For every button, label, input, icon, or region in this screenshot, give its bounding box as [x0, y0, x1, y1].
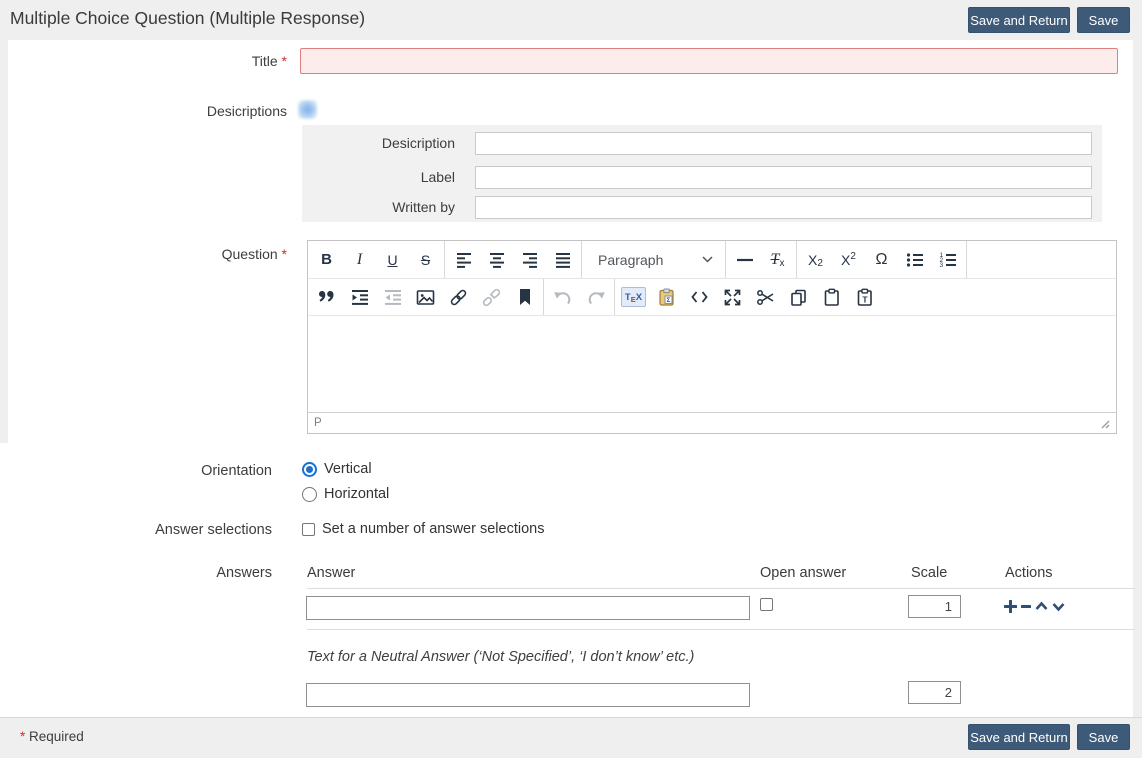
copy-icon[interactable] — [782, 279, 815, 315]
subscript-icon[interactable]: X2 — [799, 241, 832, 278]
checkbox-icon[interactable] — [302, 523, 315, 536]
cut-icon[interactable] — [749, 279, 782, 315]
paste-from-word-icon[interactable]: Σ — [650, 279, 683, 315]
move-down-icon[interactable] — [1052, 600, 1065, 613]
question-label: Question * — [8, 246, 287, 262]
descriptions-box: Desicription Label Written by — [302, 125, 1102, 222]
radio-unselected-icon[interactable] — [302, 487, 317, 502]
open-answer-checkbox[interactable] — [760, 598, 773, 611]
blockquote-icon[interactable] — [310, 279, 343, 315]
descriptions-toggle-icon[interactable] — [298, 100, 317, 119]
row-divider — [307, 629, 1135, 630]
title-label: Title * — [8, 53, 287, 69]
written-by-label: Written by — [302, 199, 455, 215]
answer-selections-label: Answer selections — [0, 522, 272, 538]
orientation-option-horizontal[interactable]: Horizontal — [302, 486, 389, 502]
paste-as-text-icon[interactable]: T — [848, 279, 881, 315]
svg-text:Σ: Σ — [667, 297, 671, 304]
written-by-input[interactable] — [475, 196, 1092, 219]
align-center-icon[interactable] — [480, 241, 513, 278]
underline-icon[interactable]: U — [376, 241, 409, 278]
required-note: * Required — [20, 729, 84, 744]
required-asterisk: * — [282, 53, 287, 69]
title-input[interactable] — [300, 48, 1118, 74]
page-title: Multiple Choice Question (Multiple Respo… — [10, 8, 365, 29]
bullet-list-icon[interactable] — [898, 241, 931, 278]
insert-link-icon[interactable] — [442, 279, 475, 315]
paste-icon[interactable] — [815, 279, 848, 315]
svg-text:3: 3 — [939, 262, 943, 269]
orientation-option-vertical[interactable]: Vertical — [302, 461, 372, 477]
italic-icon[interactable]: I — [343, 241, 376, 278]
remove-link-icon[interactable] — [475, 279, 508, 315]
fullscreen-icon[interactable] — [716, 279, 749, 315]
neutral-answer-input[interactable] — [306, 683, 750, 707]
undo-icon[interactable] — [546, 279, 579, 315]
radio-selected-icon[interactable] — [302, 462, 317, 477]
editor-toolbar-row1: B I U S Paragraph Tx X2 X2 Ω 123 — [308, 241, 1116, 279]
scale-input[interactable] — [908, 595, 961, 618]
horizontal-rule-icon[interactable] — [728, 241, 761, 278]
neutral-answer-note: Text for a Neutral Answer (‘Not Specifie… — [307, 649, 694, 665]
numbered-list-icon[interactable]: 123 — [931, 241, 964, 278]
editor-content-area[interactable] — [308, 316, 1116, 412]
justify-icon[interactable] — [546, 241, 579, 278]
column-header-open-answer: Open answer — [760, 565, 846, 581]
options-panel: Orientation Vertical Horizontal Answer s… — [0, 443, 1133, 717]
redo-icon[interactable] — [579, 279, 612, 315]
align-left-icon[interactable] — [447, 241, 480, 278]
description-label: Desicription — [302, 135, 455, 151]
footer-save-button[interactable]: Save — [1077, 724, 1130, 750]
descriptions-label: Desicriptions — [8, 103, 287, 119]
strikethrough-icon[interactable]: S — [409, 241, 442, 278]
editor-toolbar-row2: TEX Σ T — [308, 279, 1116, 316]
remove-answer-icon[interactable] — [1021, 600, 1031, 613]
footer-save-and-return-button[interactable]: Save and Return — [968, 724, 1070, 750]
outdent-icon[interactable] — [376, 279, 409, 315]
answer-actions — [1004, 600, 1065, 613]
column-header-actions: Actions — [1005, 565, 1053, 581]
save-and-return-button[interactable]: Save and Return — [968, 7, 1070, 33]
label-label: Label — [302, 169, 455, 185]
answer-input[interactable] — [306, 596, 750, 620]
description-input[interactable] — [475, 132, 1092, 155]
resize-handle-icon[interactable] — [1099, 418, 1110, 429]
column-header-scale: Scale — [911, 565, 947, 581]
paragraph-format-dropdown[interactable]: Paragraph — [584, 241, 723, 278]
special-character-icon[interactable]: Ω — [865, 241, 898, 278]
indent-icon[interactable] — [343, 279, 376, 315]
source-code-icon[interactable] — [683, 279, 716, 315]
label-input[interactable] — [475, 166, 1092, 189]
page-footer: * Required Save and Return Save — [0, 717, 1142, 758]
bold-icon[interactable]: B — [310, 241, 343, 278]
move-up-icon[interactable] — [1035, 600, 1048, 613]
add-answer-icon[interactable] — [1004, 600, 1017, 613]
answer-selections-option[interactable]: Set a number of answer selections — [302, 521, 544, 537]
editor-status-bar: P — [308, 412, 1116, 433]
required-asterisk: * — [282, 246, 287, 262]
align-right-icon[interactable] — [513, 241, 546, 278]
svg-text:T: T — [862, 294, 868, 304]
question-rich-text-editor: B I U S Paragraph Tx X2 X2 Ω 123 — [307, 240, 1117, 434]
orientation-label: Orientation — [0, 463, 272, 479]
question-form-panel: Title * Desicriptions Desicription Label… — [8, 40, 1133, 443]
anchor-icon[interactable] — [508, 279, 541, 315]
clear-formatting-icon[interactable]: Tx — [761, 241, 794, 278]
element-path: P — [314, 417, 322, 429]
table-header-divider — [307, 588, 1135, 589]
tex-icon[interactable]: TEX — [617, 279, 650, 315]
neutral-scale-input[interactable] — [908, 681, 961, 704]
insert-image-icon[interactable] — [409, 279, 442, 315]
superscript-icon[interactable]: X2 — [832, 241, 865, 278]
column-header-answer: Answer — [307, 565, 355, 581]
save-button[interactable]: Save — [1077, 7, 1130, 33]
answers-label: Answers — [0, 565, 272, 581]
